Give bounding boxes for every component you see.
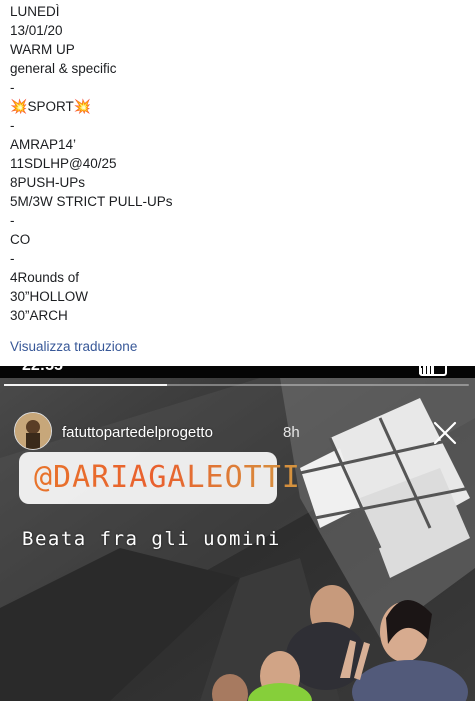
post-line-dash: - <box>10 80 15 95</box>
avatar-image <box>15 413 51 449</box>
mention-sticker[interactable]: @DARIAGALEOTTI <box>19 452 300 504</box>
post-line-dash: - <box>10 213 15 228</box>
translate-link[interactable]: Visualizza traduzione <box>10 339 137 354</box>
post-text: LUNEDÌ 13/01/20 WARM UP general & specif… <box>10 2 465 325</box>
sport-label: SPORT <box>27 99 74 114</box>
collision-emoji-icon: 💥 <box>10 98 28 114</box>
story-progress-fill <box>4 384 167 386</box>
collision-emoji-icon: 💥 <box>73 98 92 114</box>
facebook-post: LUNEDÌ 13/01/20 WARM UP general & specif… <box>0 0 475 366</box>
battery-icon <box>419 366 447 376</box>
post-line-pushups: 8PUSH-UPs <box>10 175 86 190</box>
status-bar: 22:55 <box>0 366 475 378</box>
post-line-hollow: 30”HOLLOW <box>10 289 89 304</box>
story-progress-bar <box>4 384 469 386</box>
instagram-story-screenshot: 22:55 fatuttopartedelprogetto 8h @DARIAG… <box>0 366 475 701</box>
post-line-general: general & specific <box>10 61 117 76</box>
close-icon[interactable] <box>432 420 458 446</box>
post-line-dash: - <box>10 118 15 133</box>
status-time: 22:55 <box>22 366 63 375</box>
post-line-rounds: 4Rounds of <box>10 270 80 285</box>
story-username[interactable]: fatuttopartedelprogetto <box>62 424 213 441</box>
post-line-day: LUNEDÌ <box>10 4 60 19</box>
post-line-sport: 💥SPORT💥 <box>10 97 465 116</box>
post-line-arch: 30”ARCH <box>10 308 68 323</box>
post-line-co: CO <box>10 232 31 247</box>
post-line-dash: - <box>10 251 15 266</box>
post-line-amrap: AMRAP14’ <box>10 137 77 152</box>
post-line-pullups: 5M/3W STRICT PULL-UPs <box>10 194 173 209</box>
post-line-warmup: WARM UP <box>10 42 75 57</box>
story-caption: Beata fra gli uomini <box>22 528 281 550</box>
avatar[interactable] <box>14 412 52 450</box>
post-line-date: 13/01/20 <box>10 23 63 38</box>
story-time-ago: 8h <box>283 424 300 441</box>
mention-text: @DARIAGALEOTTI <box>34 460 301 495</box>
post-line-sdlhp: 11SDLHP@40/25 <box>10 156 117 171</box>
